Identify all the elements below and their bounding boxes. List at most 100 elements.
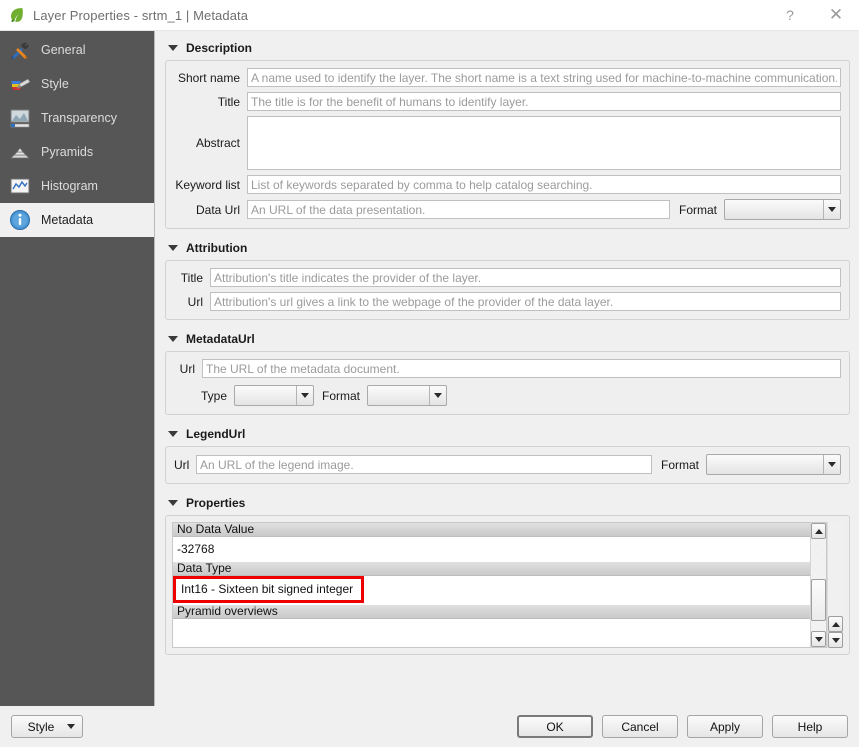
sidebar-item-style[interactable]: Style — [0, 67, 154, 101]
section-header-description[interactable]: Description — [168, 39, 850, 56]
abstract-row: Abstract — [174, 116, 841, 170]
abstract-textarea[interactable] — [247, 116, 841, 170]
legend-url-format-label: Format — [660, 457, 699, 472]
sidebar-item-metadata[interactable]: Metadata — [0, 203, 154, 237]
apply-button[interactable]: Apply — [687, 715, 763, 738]
pyramid-icon — [8, 140, 32, 164]
dialog-button-bar: Style OK Cancel Apply Help — [0, 706, 859, 747]
property-value-highlight-wrap: Int16 - Sixteen bit signed integer — [173, 576, 810, 605]
section-header-attribution[interactable]: Attribution — [168, 239, 850, 256]
data-url-format-label: Format — [678, 202, 717, 217]
metadata-url-format-combo[interactable] — [367, 385, 448, 406]
scrollbar-thumb[interactable] — [811, 579, 826, 621]
collapse-triangle-icon — [168, 499, 178, 506]
properties-panel-scrollbar[interactable] — [827, 522, 843, 648]
section-header-metadata-url[interactable]: MetadataUrl — [168, 330, 850, 347]
data-url-format-combo[interactable] — [724, 199, 841, 220]
data-url-input[interactable] — [247, 200, 670, 219]
transparency-icon — [8, 106, 32, 130]
sidebar-item-label: Histogram — [41, 179, 98, 193]
sidebar-item-label: Pyramids — [41, 145, 94, 159]
sidebar-item-general[interactable]: General — [0, 33, 154, 67]
legend-url-input[interactable] — [196, 455, 652, 474]
collapse-triangle-icon — [168, 430, 178, 437]
sidebar-item-pyramids[interactable]: Pyramids — [0, 135, 154, 169]
cancel-button[interactable]: Cancel — [602, 715, 678, 738]
property-header: Data Type — [173, 562, 810, 576]
qgis-leaf-icon — [8, 6, 26, 24]
property-header: No Data Value — [173, 523, 810, 537]
metadata-url-label: Url — [179, 361, 195, 376]
title-input[interactable] — [247, 92, 841, 111]
metadata-url-type-format-row: Type Format — [174, 385, 841, 406]
attribution-title-row: Title — [174, 268, 841, 287]
title-row: Title — [174, 92, 841, 111]
histogram-icon — [8, 174, 32, 198]
short-name-label: Short name — [177, 70, 240, 85]
scroll-up-button[interactable] — [811, 523, 826, 539]
metadata-url-type-combo[interactable] — [234, 385, 314, 406]
info-icon — [8, 208, 32, 232]
attribution-title-input[interactable] — [210, 268, 841, 287]
chevron-down-icon — [67, 724, 75, 729]
chevron-down-icon — [823, 455, 840, 474]
section-title: MetadataUrl — [186, 331, 255, 346]
sidebar-item-transparency[interactable]: Transparency — [0, 101, 154, 135]
metadata-panel: Description Short name Title Abstract Ke… — [155, 31, 859, 706]
metadata-url-groupbox: Url Type Format — [165, 351, 850, 415]
sidebar-item-label: Metadata — [41, 213, 94, 227]
metadata-url-format-label: Format — [322, 388, 361, 403]
scroll-down-button[interactable] — [811, 631, 826, 647]
style-button-label: Style — [27, 719, 55, 734]
paintbrush-icon — [8, 72, 32, 96]
attribution-url-input[interactable] — [210, 292, 841, 311]
sidebar-item-histogram[interactable]: Histogram — [0, 169, 154, 203]
chevron-down-icon — [823, 200, 840, 219]
property-value — [173, 619, 810, 644]
section-title: Properties — [186, 495, 246, 510]
data-url-row: Data Url Format — [174, 199, 841, 220]
collapse-triangle-icon — [168, 244, 178, 251]
description-groupbox: Short name Title Abstract Keyword list D — [165, 60, 850, 229]
ok-button[interactable]: OK — [517, 715, 593, 738]
help-titlebar-button[interactable]: ? — [767, 0, 813, 30]
window-title: Layer Properties - srtm_1 | Metadata — [33, 7, 249, 23]
help-button[interactable]: Help — [772, 715, 848, 738]
legend-url-groupbox: Url Format — [165, 446, 850, 484]
properties-list-container: No Data Value -32768 Data Type Int16 - S… — [172, 522, 827, 648]
section-header-properties[interactable]: Properties — [168, 494, 850, 511]
section-header-legend-url[interactable]: LegendUrl — [168, 425, 850, 442]
keyword-list-label: Keyword list — [175, 177, 240, 192]
abstract-label: Abstract — [195, 136, 240, 150]
sidebar-item-label: General — [41, 43, 86, 57]
property-value: -32768 — [177, 542, 215, 556]
sidebar-item-label: Transparency — [41, 111, 117, 125]
panel-scroll-up-button[interactable] — [828, 616, 843, 632]
short-name-input[interactable] — [247, 68, 841, 87]
layer-properties-dialog: Layer Properties - srtm_1 | Metadata ? ✕… — [0, 0, 859, 747]
style-button[interactable]: Style — [11, 715, 83, 738]
collapse-triangle-icon — [168, 335, 178, 342]
legend-url-label: Url — [174, 457, 190, 472]
attribution-url-label: Url — [187, 294, 203, 309]
hammer-screwdriver-icon — [8, 38, 32, 62]
properties-list-scrollbar[interactable] — [810, 523, 826, 647]
close-icon[interactable]: ✕ — [813, 0, 859, 30]
scrollbar-track[interactable] — [811, 539, 826, 631]
keyword-list-row: Keyword list — [174, 175, 841, 194]
metadata-url-type-label: Type — [200, 388, 227, 403]
chevron-down-icon — [429, 386, 446, 405]
sidebar: General Style Transparency Pyramids Hist… — [0, 31, 155, 706]
attribution-url-row: Url — [174, 292, 841, 311]
metadata-url-row: Url — [174, 359, 841, 378]
sidebar-item-label: Style — [41, 77, 69, 91]
panel-scroll-down-button[interactable] — [828, 632, 843, 648]
legend-url-format-combo[interactable] — [706, 454, 841, 475]
data-type-value-highlighted: Int16 - Sixteen bit signed integer — [173, 576, 365, 603]
section-title: Description — [186, 40, 253, 55]
properties-list[interactable]: No Data Value -32768 Data Type Int16 - S… — [173, 523, 810, 647]
chevron-down-icon — [296, 386, 313, 405]
keyword-list-input[interactable] — [247, 175, 841, 194]
metadata-url-input[interactable] — [202, 359, 841, 378]
attribution-groupbox: Title Url — [165, 260, 850, 320]
